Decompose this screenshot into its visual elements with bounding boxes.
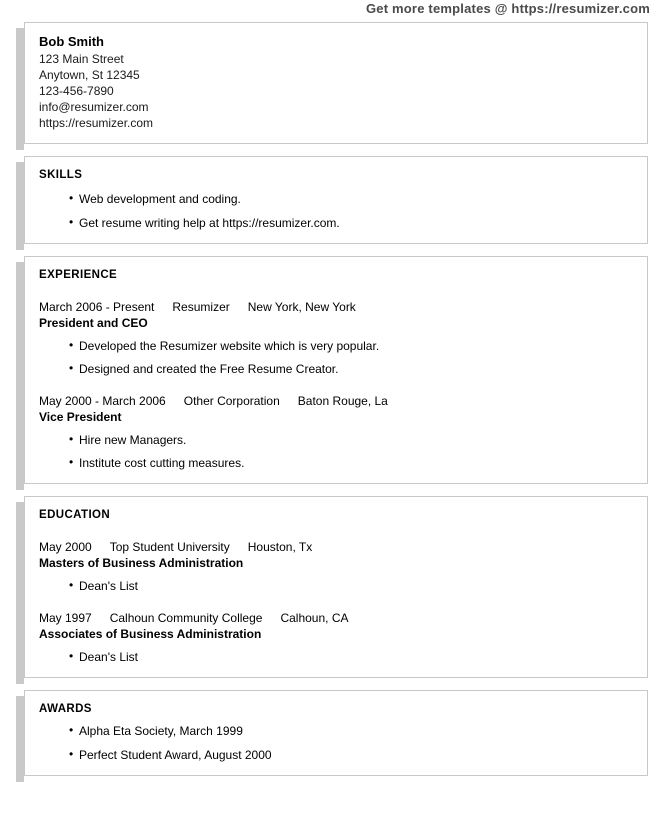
education-entry-meta: May 1997 Calhoun Community College Calhoun… <box>39 610 633 626</box>
education-card-body: EDUCATION May 2000 Top Student University… <box>24 496 648 678</box>
entry-location: New York, New York <box>247 300 356 314</box>
contact-email: info@resumizer.com <box>39 100 149 114</box>
entry-organization: Resumizer <box>172 300 230 314</box>
skills-card: SKILLS Web development and coding. Get r… <box>16 156 648 250</box>
education-entry: May 2000 Top Student University Houston, T… <box>39 539 633 594</box>
experience-entry: May 2000 - March 2006 Other Corporation Ba… <box>39 393 633 471</box>
card-shadow <box>16 502 24 684</box>
education-entry-bullets: Dean's List <box>39 648 633 665</box>
contact-card-body: Bob Smith 123 Main Street Anytown, St 12… <box>24 22 648 144</box>
card-shadow <box>16 28 24 150</box>
contact-address-line1: 123 Main Street <box>39 52 124 66</box>
entry-organization: Top Student University <box>109 540 230 554</box>
entry-role: President and CEO <box>39 316 148 330</box>
experience-entry-meta: May 2000 - March 2006 Other Corporation Ba… <box>39 393 633 409</box>
awards-card: AWARDS Alpha Eta Society, March 1999 Per… <box>16 690 648 782</box>
card-shadow <box>16 696 24 782</box>
resume-content: Bob Smith 123 Main Street Anytown, St 12… <box>16 22 648 788</box>
entry-role: Vice President <box>39 410 122 424</box>
candidate-name: Bob Smith <box>39 34 104 49</box>
entry-location: Baton Rouge, La <box>297 394 388 408</box>
contact-address-line2: Anytown, St 12345 <box>39 68 140 82</box>
education-card: EDUCATION May 2000 Top Student University… <box>16 496 648 684</box>
section-title-awards: AWARDS <box>39 703 92 715</box>
experience-entry-meta: March 2006 - Present Resumizer New York, N… <box>39 299 633 315</box>
experience-entry-bullets: Developed the Resumizer website which is… <box>39 337 633 377</box>
entry-role: Associates of Business Administration <box>39 627 262 641</box>
list-item: Developed the Resumizer website which is… <box>39 337 633 354</box>
contact-phone: 123-456-7890 <box>39 84 114 98</box>
entry-dates: May 2000 - March 2006 <box>39 394 166 408</box>
list-item: Dean's List <box>39 648 633 665</box>
experience-entry: March 2006 - Present Resumizer New York, N… <box>39 299 633 377</box>
list-item: Designed and created the Free Resume Cre… <box>39 360 633 377</box>
list-item: Institute cost cutting measures. <box>39 454 633 471</box>
contact-website: https://resumizer.com <box>39 116 154 130</box>
awards-card-body: AWARDS Alpha Eta Society, March 1999 Per… <box>24 690 648 776</box>
entry-location: Calhoun, CA <box>280 611 349 625</box>
entry-role: Masters of Business Administration <box>39 556 244 570</box>
experience-card: EXPERIENCE March 2006 - Present Resumizer… <box>16 256 648 490</box>
experience-entry-bullets: Hire new Managers. Institute cost cuttin… <box>39 431 633 471</box>
promo-header: Get more templates @ https://resumizer.c… <box>365 1 650 16</box>
list-item: Web development and coding. <box>39 190 633 207</box>
education-entry-bullets: Dean's List <box>39 577 633 594</box>
section-title-skills: SKILLS <box>39 169 83 181</box>
entry-dates: May 1997 <box>39 611 92 625</box>
card-shadow <box>16 262 24 490</box>
experience-card-body: EXPERIENCE March 2006 - Present Resumizer… <box>24 256 648 484</box>
entry-dates: May 2000 <box>39 540 92 554</box>
entry-organization: Calhoun Community College <box>109 611 263 625</box>
contact-card: Bob Smith 123 Main Street Anytown, St 12… <box>16 22 648 150</box>
entry-organization: Other Corporation <box>183 394 280 408</box>
education-entry: May 1997 Calhoun Community College Calhoun… <box>39 610 633 665</box>
skills-list: Web development and coding. Get resume w… <box>39 190 633 231</box>
list-item: Alpha Eta Society, March 1999 <box>39 722 633 739</box>
education-entry-meta: May 2000 Top Student University Houston, T… <box>39 539 633 555</box>
skills-card-body: SKILLS Web development and coding. Get r… <box>24 156 648 244</box>
entry-location: Houston, Tx <box>247 540 313 554</box>
card-shadow <box>16 162 24 250</box>
list-item: Perfect Student Award, August 2000 <box>39 746 633 763</box>
section-title-education: EDUCATION <box>39 509 111 521</box>
resume-page: Get more templates @ https://resumizer.c… <box>0 0 664 816</box>
list-item: Hire new Managers. <box>39 431 633 448</box>
list-item: Get resume writing help at https://resum… <box>39 214 633 231</box>
awards-list: Alpha Eta Society, March 1999 Perfect St… <box>39 722 633 763</box>
list-item: Dean's List <box>39 577 633 594</box>
section-title-experience: EXPERIENCE <box>39 269 118 281</box>
entry-dates: March 2006 - Present <box>39 300 155 314</box>
